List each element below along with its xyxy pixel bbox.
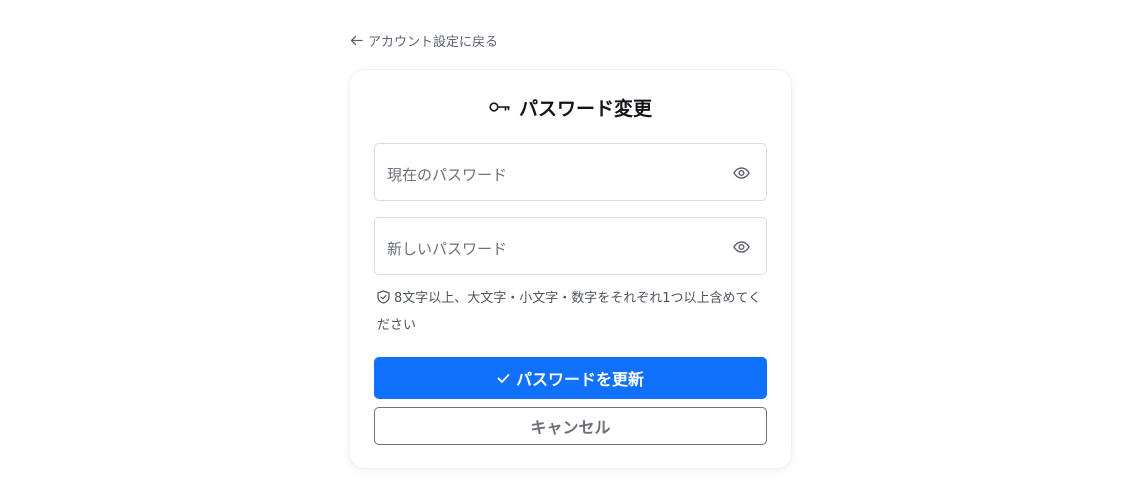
eye-icon[interactable] — [732, 165, 750, 181]
check-icon — [497, 369, 510, 388]
arrow-left-icon — [350, 35, 363, 46]
current-password-input[interactable] — [387, 144, 717, 200]
new-password-input[interactable] — [387, 218, 717, 274]
eye-icon[interactable] — [732, 239, 750, 255]
cancel-label: キャンセル — [530, 418, 611, 437]
key-icon — [489, 101, 511, 113]
current-password-field — [374, 143, 767, 201]
back-to-account-settings-link[interactable]: アカウント設定に戻る — [350, 29, 498, 51]
card-title: パスワード変更 — [350, 94, 791, 120]
password-change-card: パスワード変更 8文字以上、大文字・小文字・数字をそれぞれ1つ以上含めてください… — [350, 70, 791, 468]
update-password-button[interactable]: パスワードを更新 — [374, 357, 767, 399]
page-title: パスワード変更 — [518, 97, 652, 120]
cancel-button[interactable]: キャンセル — [374, 407, 767, 445]
update-password-label: パスワードを更新 — [515, 370, 644, 389]
back-link-label: アカウント設定に戻る — [368, 34, 499, 50]
shield-icon — [377, 288, 390, 313]
new-password-field — [374, 217, 767, 275]
page: アカウント設定に戻る パスワード変更 8文字以上、大文字・小文字・数字をそれぞれ… — [0, 0, 1140, 494]
password-requirements-hint: 8文字以上、大文字・小文字・数字をそれぞれ1つ以上含めてください — [377, 286, 769, 338]
hint-text: 8文字以上、大文字・小文字・数字をそれぞれ1つ以上含めてください — [377, 291, 762, 333]
